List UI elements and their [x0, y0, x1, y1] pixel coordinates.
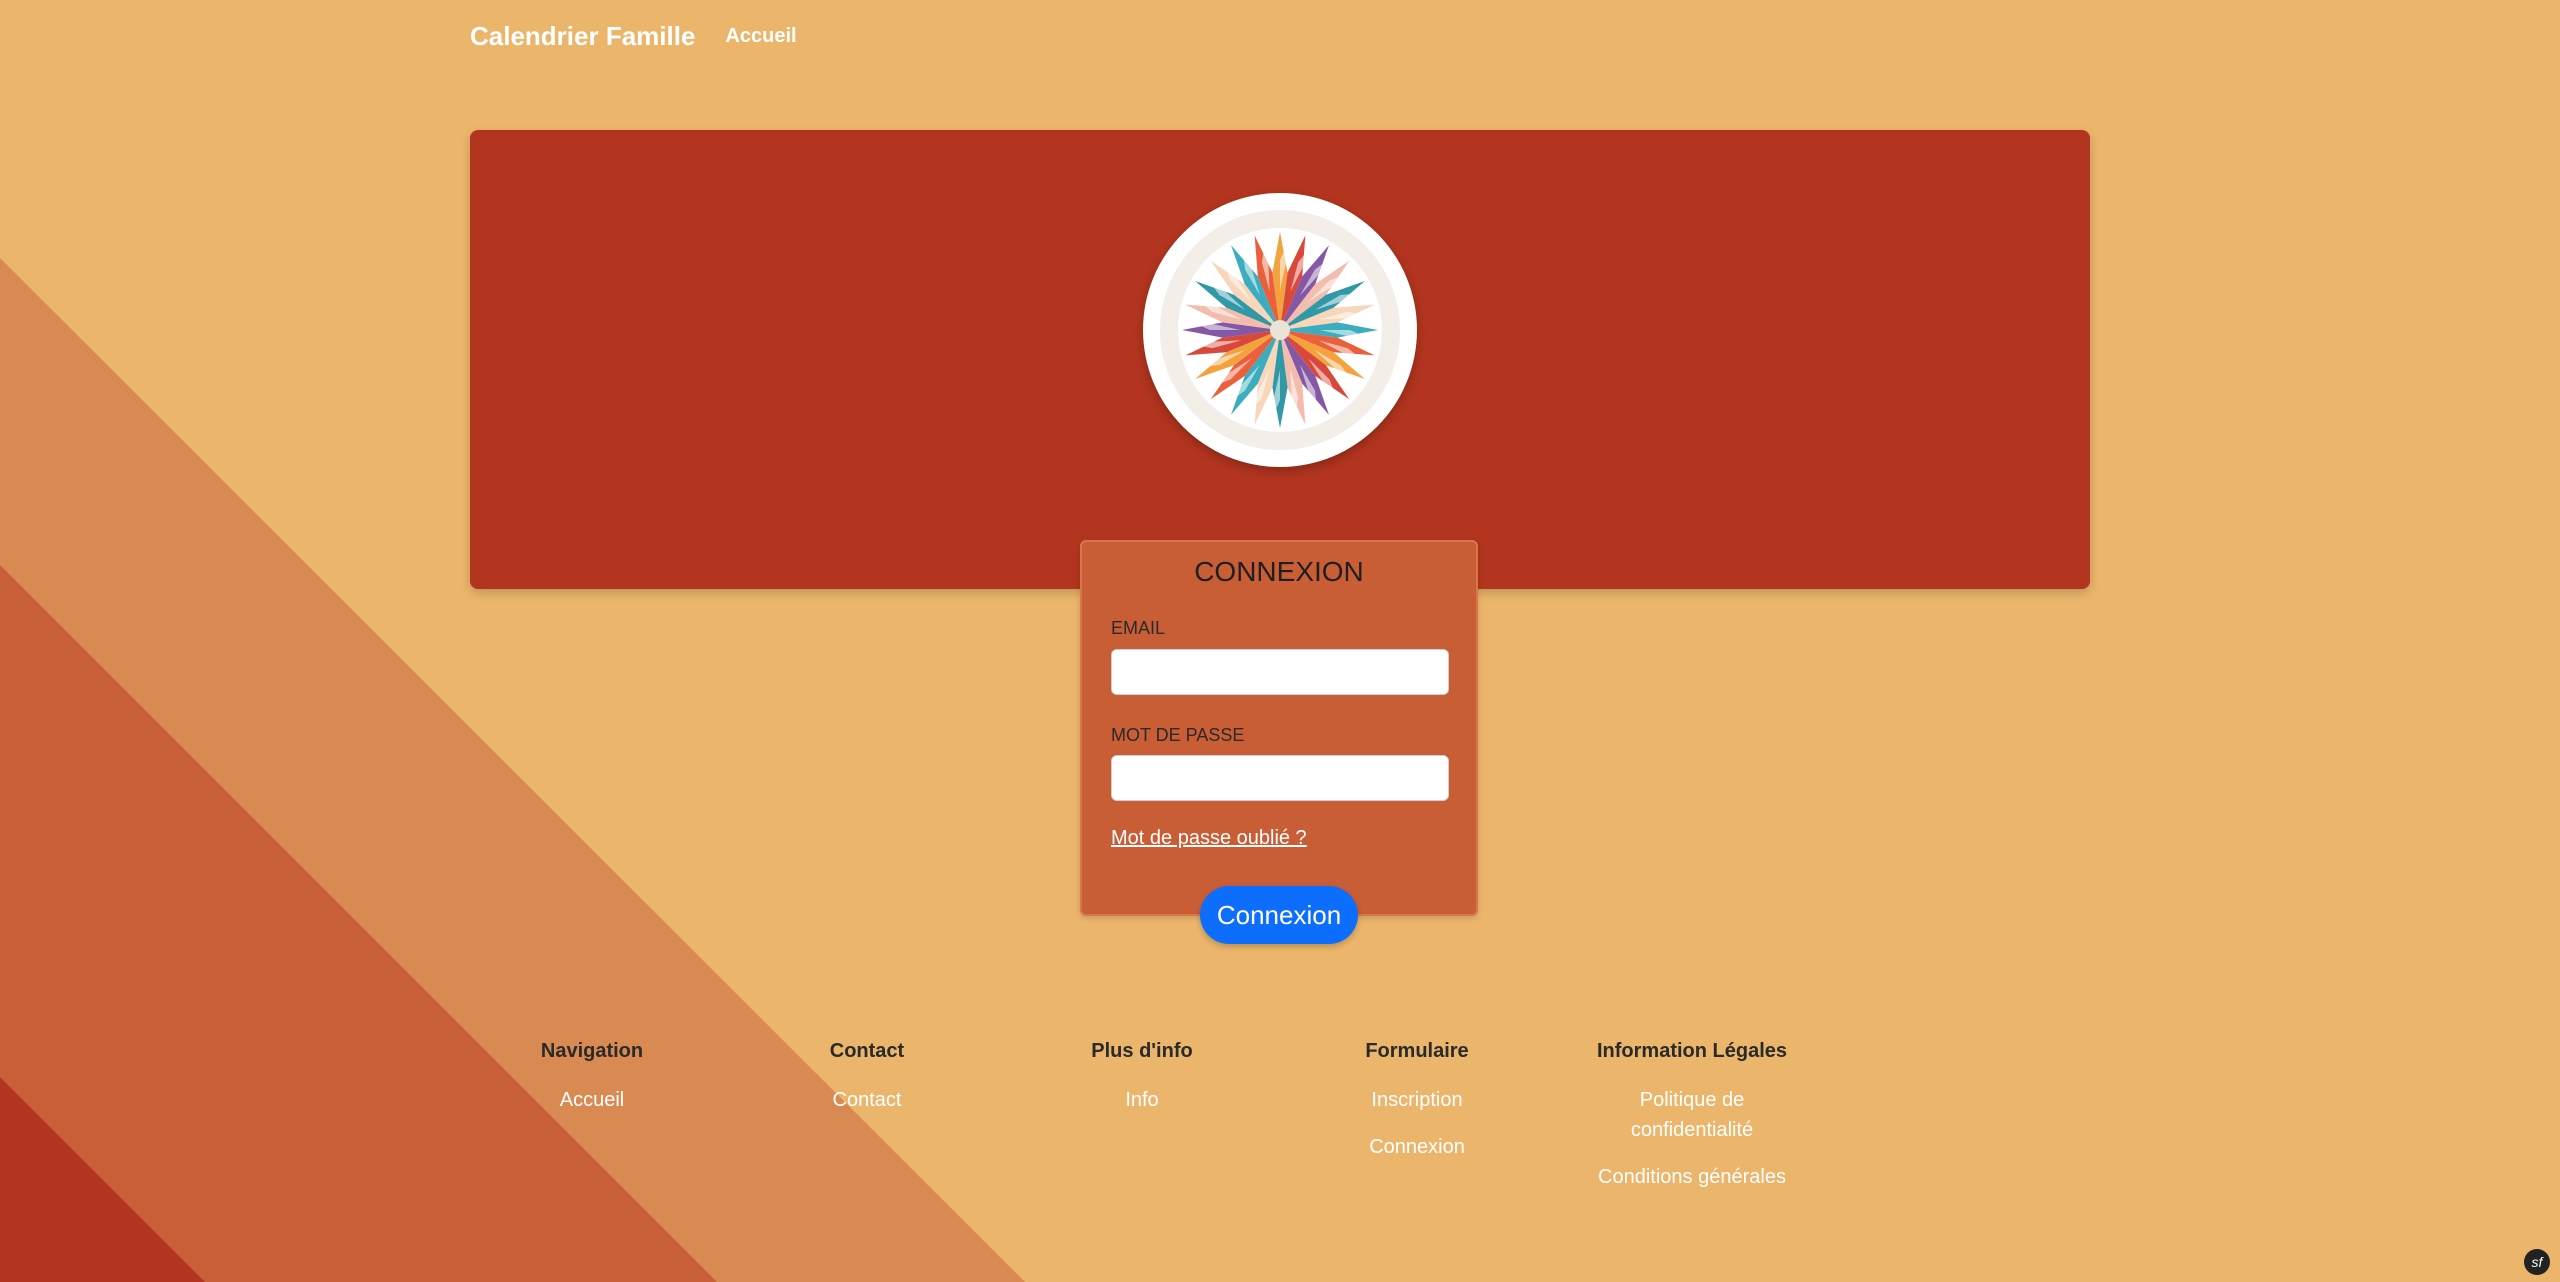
mandala-icon — [1160, 210, 1400, 450]
brand-link[interactable]: Calendrier Famille — [470, 21, 695, 52]
login-submit-button[interactable]: Connexion — [1200, 886, 1358, 944]
email-field[interactable] — [1111, 649, 1449, 695]
footer-link-terms[interactable]: Conditions générales — [1562, 1162, 1822, 1192]
footer-link-accueil[interactable]: Accueil — [462, 1085, 722, 1115]
footer-heading: Plus d'info — [1091, 1040, 1193, 1062]
footer-col-formulaire: Formulaire Inscription Connexion — [1287, 1040, 1547, 1179]
footer-heading: Contact — [829, 1040, 905, 1062]
login-card: CONNEXION EMAIL MOT DE PASSE Mot de pass… — [1080, 540, 1478, 916]
password-field[interactable] — [1111, 755, 1449, 801]
footer-col-info: Plus d'info Info — [1012, 1040, 1272, 1132]
footer-col-legal: Information Légales Politique de confide… — [1562, 1040, 1822, 1209]
footer-heading: Formulaire — [1365, 1040, 1469, 1062]
footer-col-contact: Contact Contact — [737, 1040, 997, 1132]
login-title: CONNEXION — [1194, 556, 1364, 587]
footer-link-contact[interactable]: Contact — [737, 1085, 997, 1115]
footer-link-connexion[interactable]: Connexion — [1287, 1132, 1547, 1162]
footer-heading: Information Légales — [1596, 1040, 1788, 1062]
nav-home-link[interactable]: Accueil — [725, 25, 796, 48]
footer-heading: Navigation — [540, 1040, 644, 1062]
footer-link-info[interactable]: Info — [1012, 1085, 1272, 1115]
origami-logo-icon — [1143, 193, 1417, 467]
symfony-debug-icon[interactable]: sf — [2524, 1249, 2550, 1275]
footer-link-inscription[interactable]: Inscription — [1287, 1085, 1547, 1115]
footer-col-navigation: Navigation Accueil — [462, 1040, 722, 1132]
top-navbar: Calendrier Famille Accueil — [470, 0, 797, 72]
forgot-password-link[interactable]: Mot de passe oublié ? — [1111, 827, 1307, 850]
password-label: MOT DE PASSE — [1111, 725, 1245, 745]
email-label: EMAIL — [1111, 618, 1166, 638]
footer-link-privacy[interactable]: Politique de confidentialité — [1602, 1085, 1782, 1145]
